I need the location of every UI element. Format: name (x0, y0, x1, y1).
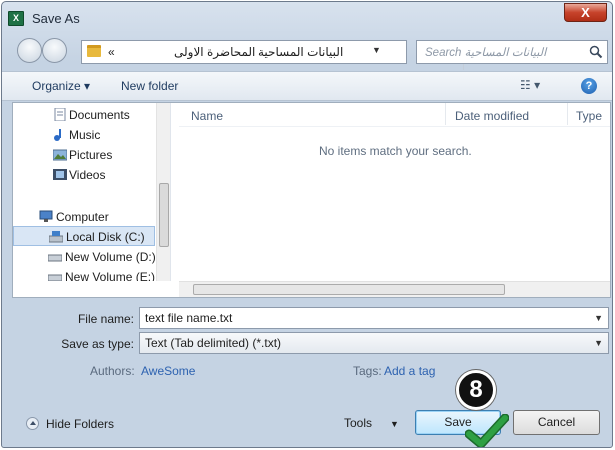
nav-item-label: Pictures (69, 148, 113, 162)
nav-item-new-volume-d[interactable]: New Volume (D:) (13, 247, 156, 267)
documents-icon (54, 108, 66, 121)
address-dropdown-icon[interactable]: ▼ (372, 45, 381, 55)
empty-list-message: No items match your search. (319, 144, 472, 158)
save-as-type-label: Save as type: (61, 337, 134, 351)
chevron-down-icon[interactable]: ▼ (594, 313, 603, 323)
help-icon[interactable]: ? (581, 78, 597, 94)
nav-item-music[interactable]: Music (13, 125, 155, 145)
scrollbar-thumb[interactable] (159, 183, 169, 247)
view-options-icon[interactable]: ☷ ▾ (520, 78, 550, 94)
checkmark-icon (465, 414, 509, 447)
search-placeholder: Search البيانات المساحية (425, 47, 547, 59)
scrollbar-thumb[interactable] (193, 284, 505, 295)
organize-button[interactable]: Organize ▾ (32, 79, 90, 93)
back-button[interactable] (17, 38, 42, 63)
column-header-name[interactable]: Name (191, 109, 223, 123)
breadcrumb-overflow[interactable]: » (108, 45, 115, 59)
music-icon (54, 129, 61, 141)
column-header-type[interactable]: Type (576, 109, 602, 123)
file-name-label: File name: (77, 312, 134, 326)
nav-pane-scrollbar[interactable] (156, 103, 170, 281)
tools-button[interactable]: Tools (344, 416, 372, 430)
new-folder-button[interactable]: New folder (121, 79, 178, 93)
browser-pane: Documents Music Pictures Videos Computer… (12, 102, 611, 298)
search-input[interactable]: Search البيانات المساحية (416, 40, 608, 64)
nav-item-computer[interactable]: Computer (13, 207, 155, 227)
column-header-date-modified[interactable]: Date modified (455, 109, 529, 123)
save-as-type-value: Text (Tab delimited) (*.txt) (145, 336, 282, 350)
nav-item-videos[interactable]: Videos (13, 165, 155, 185)
nav-item-local-disk-c[interactable]: Local Disk (C:) (13, 226, 155, 246)
window-title: Save As (32, 11, 80, 26)
close-button[interactable]: X (564, 3, 607, 22)
breadcrumb-spatial-data[interactable]: البيانات المساحية (258, 45, 343, 59)
navigation-pane: Documents Music Pictures Videos Computer… (13, 103, 171, 281)
title-bar: X Save As X (2, 2, 612, 33)
command-bar: Organize ▾ New folder ☷ ▾ ? (2, 71, 612, 101)
nav-item-label: Videos (69, 168, 106, 182)
address-row: » المحاضرة الاولى البيانات المساحية ▼ ↻ … (2, 35, 612, 70)
column-divider[interactable] (567, 103, 568, 125)
drive-icon (48, 274, 62, 281)
column-divider[interactable] (445, 103, 446, 125)
computer-icon (39, 210, 53, 222)
nav-item-label: Local Disk (C:) (66, 230, 145, 244)
nav-item-label: Computer (56, 210, 109, 224)
nav-item-label: Documents (69, 108, 130, 122)
authors-value[interactable]: AweSome (141, 364, 195, 378)
tags-label: Tags: (353, 364, 382, 378)
nav-item-new-volume-e[interactable]: New Volume (E:) (13, 267, 155, 281)
pictures-icon (53, 149, 67, 161)
add-tag-link[interactable]: Add a tag (384, 364, 435, 378)
forward-button[interactable] (42, 38, 67, 63)
chevron-down-icon[interactable]: ▼ (594, 338, 603, 348)
nav-item-label: Music (69, 128, 101, 142)
file-name-field[interactable]: text file name.txt ▼ (139, 307, 609, 329)
search-icon (589, 45, 603, 59)
nav-item-pictures[interactable]: Pictures (13, 145, 155, 165)
chevron-down-icon[interactable]: ▼ (390, 419, 399, 429)
file-name-value: text file name.txt (145, 311, 233, 325)
breadcrumb-lecture[interactable]: المحاضرة الاولى (174, 45, 255, 59)
save-as-dialog: X Save As X » المحاضرة الاولى البيانات ا… (1, 1, 613, 448)
nav-item-documents[interactable]: Documents (13, 105, 155, 125)
address-bar[interactable]: » المحاضرة الاولى البيانات المساحية ▼ ↻ (81, 40, 481, 70)
save-as-type-select[interactable]: Text (Tab delimited) (*.txt) ▼ (139, 332, 609, 354)
file-list-horizontal-scrollbar[interactable] (179, 281, 610, 297)
videos-icon (53, 169, 67, 180)
cancel-button[interactable]: Cancel (513, 410, 600, 435)
hide-folders-label: Hide Folders (46, 417, 115, 431)
chevron-up-icon (26, 417, 39, 430)
nav-item-label: New Volume (D:) (65, 250, 156, 264)
excel-app-icon: X (8, 11, 24, 26)
column-headers: Name Date modified Type (179, 103, 610, 127)
step-number-badge: 8 (456, 370, 496, 410)
authors-label: Authors: (90, 364, 135, 378)
drive-icon (49, 231, 63, 243)
drive-icon (48, 254, 62, 262)
folder-icon (87, 45, 101, 57)
nav-item-label: New Volume (E:) (65, 270, 156, 281)
